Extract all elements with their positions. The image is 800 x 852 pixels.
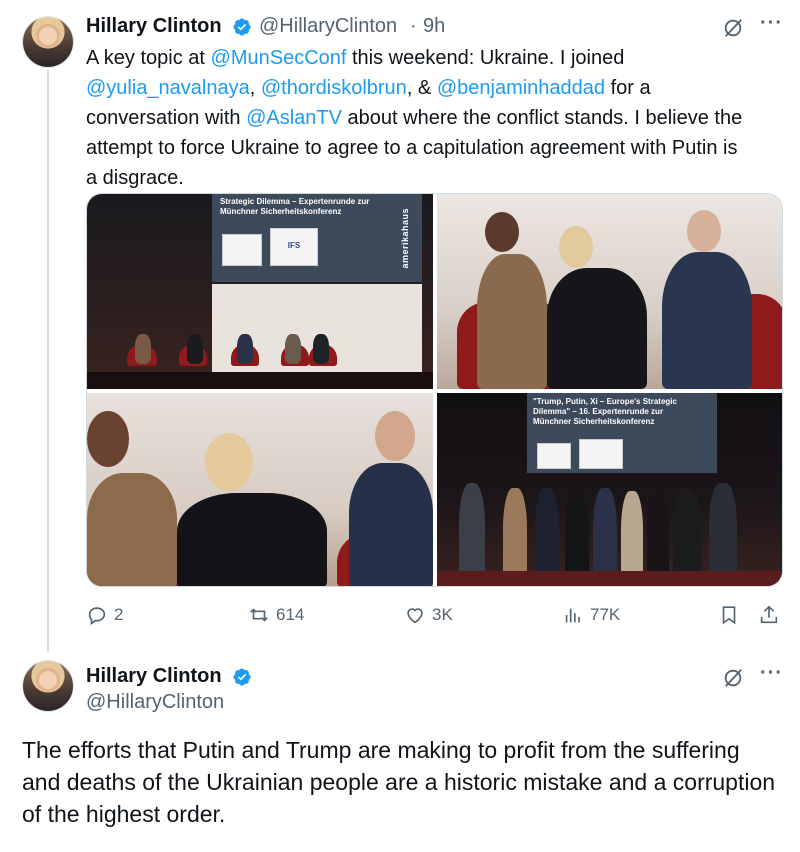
bookmark-button[interactable]	[718, 604, 740, 626]
bookmark-icon	[722, 606, 736, 625]
screen-title: Strategic Dilemma – Expertenrunde zur Mü…	[220, 197, 370, 216]
author-handle[interactable]: @HillaryClinton	[259, 15, 397, 38]
mention-yulia-navalnaya[interactable]: @yulia_navalnaya	[86, 77, 250, 99]
panelist-head	[687, 210, 721, 252]
repost-icon	[250, 608, 268, 622]
reply-count: 2	[114, 605, 124, 624]
reply-button[interactable]: 2	[86, 604, 123, 626]
repost-count: 614	[276, 605, 305, 624]
screen-title: "Trump, Putin, Xi – Europe's Strategic D…	[533, 397, 677, 426]
stage-floor	[87, 372, 433, 389]
tweet-text: The efforts that Putin and Trump are mak…	[22, 737, 776, 827]
ifs-logo-text: IFS	[287, 241, 301, 250]
like-count: 3K	[432, 605, 453, 624]
photo-stage-wide[interactable]: Strategic Dilemma – Expertenrunde zur Mü…	[87, 194, 433, 389]
panelist	[237, 334, 253, 364]
screen-card-left	[222, 234, 262, 266]
share-button[interactable]	[758, 604, 780, 626]
grok-slash-icon[interactable]	[722, 667, 744, 689]
panelist	[313, 334, 329, 364]
thread-connector-line	[47, 70, 49, 652]
projection-screen: "Trump, Putin, Xi – Europe's Strategic D…	[527, 393, 717, 473]
grok-slash-icon[interactable]	[722, 17, 744, 39]
panelist-man-right	[662, 252, 752, 389]
tweet-text: A key topic at @MunSecConf this weekend:…	[86, 43, 786, 193]
like-button[interactable]: 3K	[404, 604, 453, 626]
panelist-head	[485, 212, 519, 252]
tweet-line-4: attempt to force Ukraine to agree to a c…	[86, 137, 738, 159]
more-options-icon[interactable]: ···	[760, 12, 783, 35]
panelist	[187, 334, 203, 364]
author-avatar[interactable]	[22, 16, 74, 68]
timestamp[interactable]: 9h	[423, 15, 445, 38]
repost-button[interactable]: 614	[248, 604, 304, 626]
verified-badge-icon	[233, 668, 251, 686]
projection-screen: Strategic Dilemma – Expertenrunde zur Mü…	[212, 194, 422, 282]
amerikahaus-banner: amerikahaus	[400, 208, 410, 269]
verified-badge-icon	[233, 18, 251, 36]
reply-icon	[88, 607, 106, 626]
photo-three-panelists[interactable]	[437, 194, 782, 389]
more-options-icon[interactable]: ···	[760, 662, 783, 685]
view-count: 77K	[590, 605, 621, 624]
panelist-head	[87, 411, 129, 467]
panelist-man-right	[349, 463, 433, 586]
panelist-head	[559, 226, 593, 268]
tweet-actions-bar: 2 614 3K 77K	[86, 604, 786, 632]
share-icon	[760, 605, 778, 624]
analytics-icon	[565, 608, 580, 623]
mention-benjaminhaddad[interactable]: @benjaminhaddad	[437, 77, 605, 99]
panelist-woman-left	[477, 254, 547, 389]
mention-aslantv[interactable]: @AslanTV	[246, 107, 342, 129]
screen-card-right: IFS	[270, 228, 318, 266]
screen-card-right	[579, 439, 623, 469]
tweet-line-1: A key topic at @MunSecConf this weekend:…	[86, 47, 625, 69]
author-avatar[interactable]	[22, 660, 74, 712]
photo-closeup[interactable]	[87, 393, 433, 586]
author-name[interactable]: Hillary Clinton	[86, 665, 222, 688]
heart-icon	[407, 608, 423, 624]
stage-floor	[437, 571, 782, 586]
panelist-hillary	[177, 493, 327, 586]
author-handle[interactable]: @HillaryClinton	[86, 691, 224, 714]
mention-thordiskolbrun[interactable]: @thordiskolbrun	[261, 77, 407, 99]
meta-separator: ·	[410, 15, 417, 37]
panelist	[285, 334, 301, 364]
tweet-line-5: a disgrace.	[86, 167, 184, 189]
views-button[interactable]: 77K	[562, 604, 620, 626]
panelist-hillary	[547, 268, 647, 389]
tweet-line-2: @yulia_navalnaya, @thordiskolbrun, & @be…	[86, 77, 651, 99]
author-name[interactable]: Hillary Clinton	[86, 15, 222, 38]
panelist-head	[375, 411, 415, 461]
tweet-line-3: conversation with @AslanTV about where t…	[86, 107, 743, 129]
photo-group[interactable]: "Trump, Putin, Xi – Europe's Strategic D…	[437, 393, 782, 586]
mention-munsecconf[interactable]: @MunSecConf	[211, 47, 347, 69]
media-grid: Strategic Dilemma – Expertenrunde zur Mü…	[86, 193, 783, 587]
panelist-woman-left	[87, 473, 177, 586]
screen-card-left	[537, 443, 571, 469]
panelist	[135, 334, 151, 364]
panelist-head	[205, 433, 253, 491]
